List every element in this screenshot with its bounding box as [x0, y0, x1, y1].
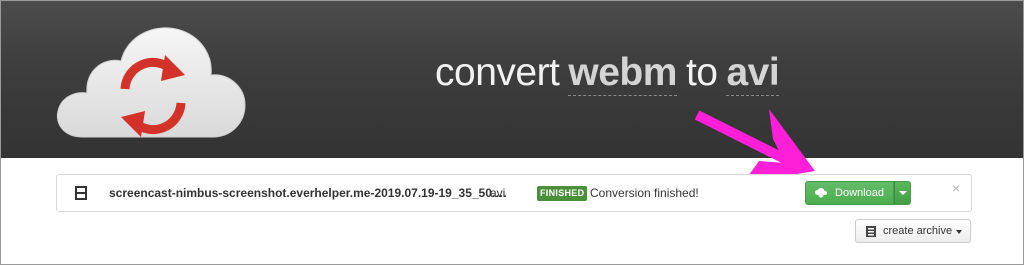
target-format-label: avi: [490, 186, 506, 200]
status-text: Conversion finished!: [590, 186, 699, 200]
create-archive-label: create archive: [883, 225, 953, 237]
caret-down-icon: [956, 229, 963, 234]
file-row: screencast-nimbus-screenshot.everhelper.…: [56, 174, 972, 212]
headline-prefix: convert: [435, 51, 560, 94]
header-banner: convert webm to avi: [1, 1, 1023, 158]
status-badge: FINISHED: [537, 186, 588, 201]
cloud-convert-logo: [56, 27, 246, 138]
film-icon: [75, 186, 87, 200]
remove-file-close-icon[interactable]: ×: [952, 181, 960, 195]
caret-down-icon: [898, 191, 907, 195]
download-options-toggle[interactable]: [894, 181, 911, 205]
download-label: Download: [835, 187, 884, 199]
download-button-group: Download: [805, 181, 911, 205]
cloud-download-icon: [815, 188, 828, 198]
source-format-selector[interactable]: webm: [568, 51, 677, 96]
target-format-selector[interactable]: avi: [726, 51, 780, 96]
page-frame: convert webm to avi screencast-nimbus-scree…: [0, 0, 1024, 265]
page-title: convert webm to avi: [435, 51, 780, 96]
create-archive-button[interactable]: create archive: [855, 219, 971, 243]
download-button[interactable]: Download: [805, 181, 894, 205]
file-name: screencast-nimbus-screenshot.everhelper.…: [109, 186, 508, 200]
archive-icon: [866, 225, 876, 237]
headline-connector: to: [685, 51, 718, 94]
